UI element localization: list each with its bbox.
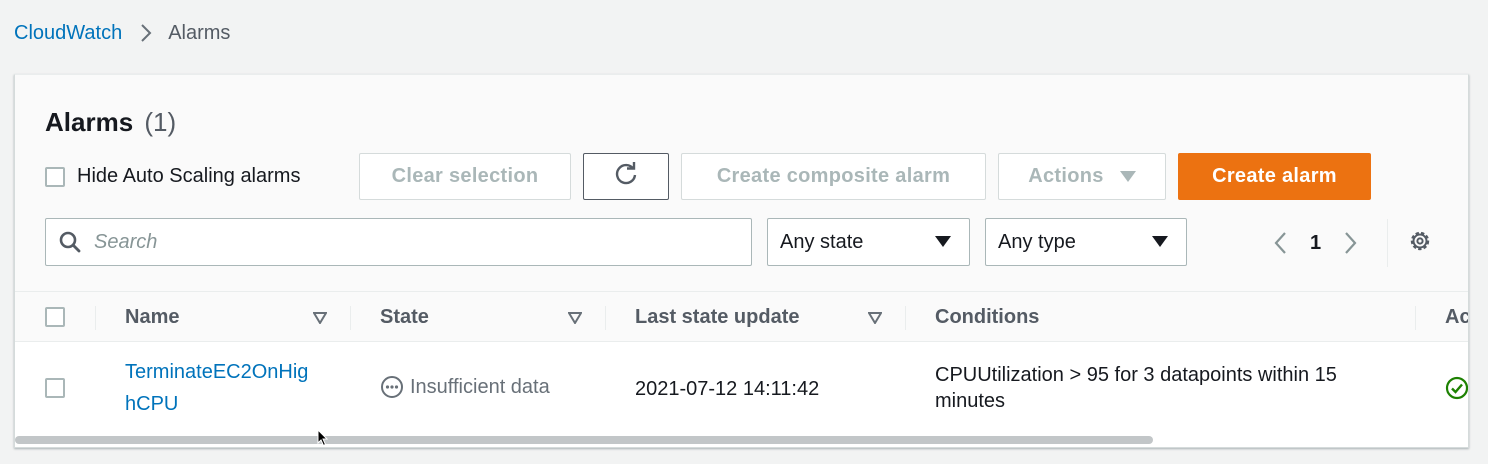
state-filter-value: Any state <box>780 230 864 253</box>
alarm-state: Insufficient data <box>380 375 550 399</box>
mouse-pointer-icon <box>317 428 329 452</box>
alarm-name-line2: hCPU <box>125 393 179 415</box>
search-icon <box>58 230 82 254</box>
breadcrumb-cloudwatch-link[interactable]: CloudWatch <box>14 22 122 45</box>
hide-autoscaling-toggle[interactable]: Hide Auto Scaling alarms <box>45 165 300 188</box>
column-divider <box>905 306 906 330</box>
gear-icon[interactable] <box>1407 228 1433 254</box>
condition-line2: minutes <box>935 390 1006 412</box>
alarms-panel: Alarms (1) Hide Auto Scaling alarms Clea… <box>14 74 1469 448</box>
check-circle-icon <box>1445 376 1468 405</box>
condition-line1: CPUUtilization > 95 for 3 datapoints wit… <box>935 364 1337 386</box>
create-alarm-button[interactable]: Create alarm <box>1178 153 1371 200</box>
alarm-name-line1: TerminateEC2OnHig <box>125 361 309 383</box>
row-select-checkbox[interactable] <box>45 378 65 398</box>
alarm-count: (1) <box>144 107 177 137</box>
column-header-name[interactable]: Name <box>125 292 179 342</box>
column-divider <box>350 306 351 330</box>
select-all-checkbox[interactable] <box>45 307 65 327</box>
caret-down-icon <box>1119 170 1136 183</box>
type-filter-select[interactable]: Any type <box>985 218 1187 266</box>
column-header-state[interactable]: State <box>380 292 429 342</box>
refresh-button[interactable] <box>583 153 669 200</box>
hide-autoscaling-label: Hide Auto Scaling alarms <box>77 165 301 187</box>
actions-label: Actions <box>1028 165 1104 187</box>
chevron-right-icon <box>140 23 152 43</box>
alarm-name-link[interactable]: TerminateEC2OnHig hCPU <box>125 356 308 420</box>
pagination: 1 <box>1268 228 1363 258</box>
create-composite-alarm-button[interactable]: Create composite alarm <box>681 153 986 200</box>
alarm-conditions: CPUUtilization > 95 for 3 datapoints wit… <box>935 362 1337 414</box>
current-page-number[interactable]: 1 <box>1310 232 1321 255</box>
table-header: Name State Last state update Conditions … <box>15 291 1468 342</box>
search-input[interactable] <box>94 230 714 254</box>
horizontal-scrollbar[interactable] <box>15 436 1153 444</box>
sort-caret-icon[interactable] <box>568 312 582 324</box>
breadcrumb-current: Alarms <box>168 21 231 44</box>
hide-autoscaling-checkbox[interactable] <box>45 166 65 187</box>
sort-caret-icon[interactable] <box>313 312 327 324</box>
ellipsis-circle-icon <box>380 375 404 399</box>
clear-selection-button[interactable]: Clear selection <box>359 153 571 200</box>
state-filter-select[interactable]: Any state <box>767 218 970 266</box>
column-divider <box>95 306 96 330</box>
caret-down-icon <box>1152 231 1168 254</box>
divider <box>1387 219 1388 267</box>
actions-dropdown-button[interactable]: Actions <box>998 153 1166 200</box>
chevron-right-icon[interactable] <box>1339 231 1363 255</box>
chevron-left-icon[interactable] <box>1268 231 1292 255</box>
column-divider <box>1415 306 1416 330</box>
column-header-conditions[interactable]: Conditions <box>935 292 1039 342</box>
column-header-actions[interactable]: Ac <box>1445 292 1468 342</box>
title-text: Alarms <box>45 107 134 137</box>
caret-down-icon <box>935 231 951 254</box>
alarm-state-text: Insufficient data <box>410 375 550 398</box>
search-box <box>45 218 752 266</box>
last-state-update: 2021-07-12 14:11:42 <box>635 378 820 400</box>
breadcrumb: CloudWatch Alarms <box>14 20 230 46</box>
refresh-icon <box>613 161 639 193</box>
type-filter-value: Any type <box>998 230 1076 253</box>
sort-caret-icon[interactable] <box>868 312 882 324</box>
page-title: Alarms (1) <box>45 107 176 138</box>
column-divider <box>605 306 606 330</box>
column-header-last-update[interactable]: Last state update <box>635 292 799 342</box>
table-row: TerminateEC2OnHig hCPU Insufficient data… <box>15 342 1468 434</box>
